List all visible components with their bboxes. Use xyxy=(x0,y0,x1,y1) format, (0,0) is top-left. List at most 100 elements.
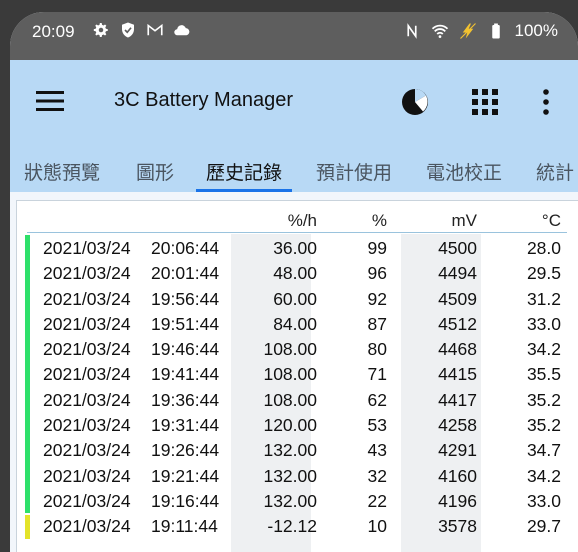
row-millivolt: 4291 xyxy=(438,440,477,461)
row-millivolt: 4468 xyxy=(438,339,477,360)
row-time: 19:46:44 xyxy=(151,339,220,360)
header-divider xyxy=(27,232,567,233)
status-right-icons: 100% xyxy=(403,21,558,41)
table-row[interactable]: 2021/03/24 20:01:44 48.00 96 4494 29.5 xyxy=(17,260,578,286)
column-header-rate: %/h xyxy=(287,211,317,230)
row-rate: 48.00 xyxy=(273,263,317,284)
row-percent: 22 xyxy=(367,490,387,511)
gmail-icon xyxy=(147,23,163,36)
table-row[interactable]: 2021/03/24 19:21:44 132.00 32 4160 34.2 xyxy=(17,462,578,488)
tab-estimated-usage[interactable]: 預計使用 xyxy=(316,158,392,185)
row-date: 2021/03/24 xyxy=(43,339,131,360)
row-millivolt: 4500 xyxy=(438,238,477,258)
table-row[interactable]: 2021/03/24 19:16:44 132.00 22 4196 33.0 xyxy=(17,487,578,514)
gear-icon xyxy=(93,23,108,37)
row-temperature: 31.2 xyxy=(526,288,561,309)
table-row[interactable]: 2021/03/24 19:56:44 60.00 92 4509 31.2 xyxy=(17,285,578,311)
table-row[interactable]: 2021/03/24 19:36:44 108.00 62 4417 35.2 xyxy=(17,386,578,413)
tab-status-overview[interactable]: 狀態預覽 xyxy=(24,158,100,185)
row-time: 19:31:44 xyxy=(151,415,220,436)
status-time: 20:09 xyxy=(32,22,75,41)
tab-statistics[interactable]: 統計 xyxy=(536,158,574,185)
row-date: 2021/03/24 xyxy=(43,440,131,461)
state-bar xyxy=(25,386,30,413)
column-header-temperature: °C xyxy=(541,211,561,230)
row-percent: 62 xyxy=(367,389,387,410)
phone-screen: 20:09 100% 3C Battery Manager 狀態預覽 圖形 歷史… xyxy=(10,12,578,552)
table-row[interactable]: 2021/03/24 19:46:44 108.00 80 4468 34.2 xyxy=(17,336,578,362)
battery-icon xyxy=(491,23,500,39)
row-temperature: 35.2 xyxy=(526,415,561,436)
table-row[interactable]: 2021/03/24 19:26:44 132.00 43 4291 34.7 xyxy=(17,437,578,463)
row-percent: 53 xyxy=(367,415,387,436)
table-row[interactable]: 2021/03/24 20:06:44 36.00 99 4500 28.0 xyxy=(17,235,578,261)
row-millivolt: 4415 xyxy=(438,364,477,385)
state-bar xyxy=(25,462,30,488)
row-time: 19:36:44 xyxy=(151,389,220,410)
row-percent: 80 xyxy=(367,339,387,360)
state-bar xyxy=(25,310,30,337)
row-millivolt: 3578 xyxy=(438,516,477,537)
row-temperature: 34.2 xyxy=(526,465,561,486)
row-date: 2021/03/24 xyxy=(43,516,131,537)
column-header-millivolt: mV xyxy=(451,211,478,230)
state-bar xyxy=(25,437,30,463)
shield-icon xyxy=(122,22,134,38)
table-row[interactable]: 2021/03/24 19:51:44 84.00 87 4512 33.0 xyxy=(17,310,578,337)
row-date: 2021/03/24 xyxy=(43,415,131,436)
table-row[interactable]: 2021/03/24 19:41:44 108.00 71 4415 35.5 xyxy=(17,361,578,387)
row-temperature: 35.2 xyxy=(526,389,561,410)
row-date: 2021/03/24 xyxy=(43,465,131,486)
app-bar: 3C Battery Manager xyxy=(10,60,578,144)
state-bar xyxy=(25,285,30,311)
tab-history[interactable]: 歷史記錄 xyxy=(206,158,282,185)
row-millivolt: 4196 xyxy=(438,490,477,511)
row-date: 2021/03/24 xyxy=(43,490,131,511)
row-percent: 43 xyxy=(367,440,387,461)
history-panel[interactable]: %/h % mV °C 2021/03/24 20:06:44 36.00 99 450… xyxy=(16,200,578,552)
tab-battery-calibration[interactable]: 電池校正 xyxy=(426,158,502,185)
row-time: 19:56:44 xyxy=(151,288,220,309)
row-time: 20:06:44 xyxy=(151,238,220,258)
cloud-icon xyxy=(174,25,190,36)
tab-graph[interactable]: 圖形 xyxy=(136,158,174,185)
row-percent: 87 xyxy=(367,313,387,334)
state-bar xyxy=(25,515,30,539)
row-millivolt: 4258 xyxy=(438,415,477,436)
app-title: 3C Battery Manager xyxy=(114,89,293,111)
state-bar xyxy=(25,361,30,387)
state-bar xyxy=(25,336,30,362)
row-rate: -12.12 xyxy=(267,516,317,537)
more-vert-icon[interactable] xyxy=(538,88,554,116)
state-bar xyxy=(25,260,30,286)
nfc-icon xyxy=(406,23,417,39)
wifi-icon xyxy=(431,24,448,38)
row-time: 19:26:44 xyxy=(151,440,220,461)
row-date: 2021/03/24 xyxy=(43,313,131,334)
column-header-percent: % xyxy=(371,211,387,230)
row-rate: 132.00 xyxy=(263,440,317,461)
row-millivolt: 4509 xyxy=(438,288,477,309)
state-bar xyxy=(25,412,30,438)
row-percent: 92 xyxy=(367,288,387,309)
row-date: 2021/03/24 xyxy=(43,263,131,284)
row-time: 19:41:44 xyxy=(151,364,220,385)
row-percent: 10 xyxy=(367,516,387,537)
table-row[interactable]: 2021/03/24 19:11:44 -12.12 10 3578 29.7 xyxy=(17,513,578,539)
row-temperature: 35.5 xyxy=(526,364,561,385)
status-left-icons xyxy=(92,21,191,39)
menu-icon[interactable] xyxy=(36,90,64,112)
row-rate: 120.00 xyxy=(263,415,317,436)
grid-icon[interactable] xyxy=(472,89,498,115)
table-row[interactable]: 2021/03/24 19:31:44 120.00 53 4258 35.2 xyxy=(17,412,578,438)
row-date: 2021/03/24 xyxy=(43,288,131,309)
row-time: 19:16:44 xyxy=(151,490,220,511)
state-bar xyxy=(25,235,30,261)
pie-chart-icon[interactable] xyxy=(400,87,430,117)
row-temperature: 34.2 xyxy=(526,339,561,360)
row-temperature: 33.0 xyxy=(526,490,561,511)
row-temperature: 28.0 xyxy=(526,238,561,258)
state-bar xyxy=(25,487,30,514)
row-rate: 60.00 xyxy=(273,288,317,309)
row-time: 20:01:44 xyxy=(151,263,220,284)
